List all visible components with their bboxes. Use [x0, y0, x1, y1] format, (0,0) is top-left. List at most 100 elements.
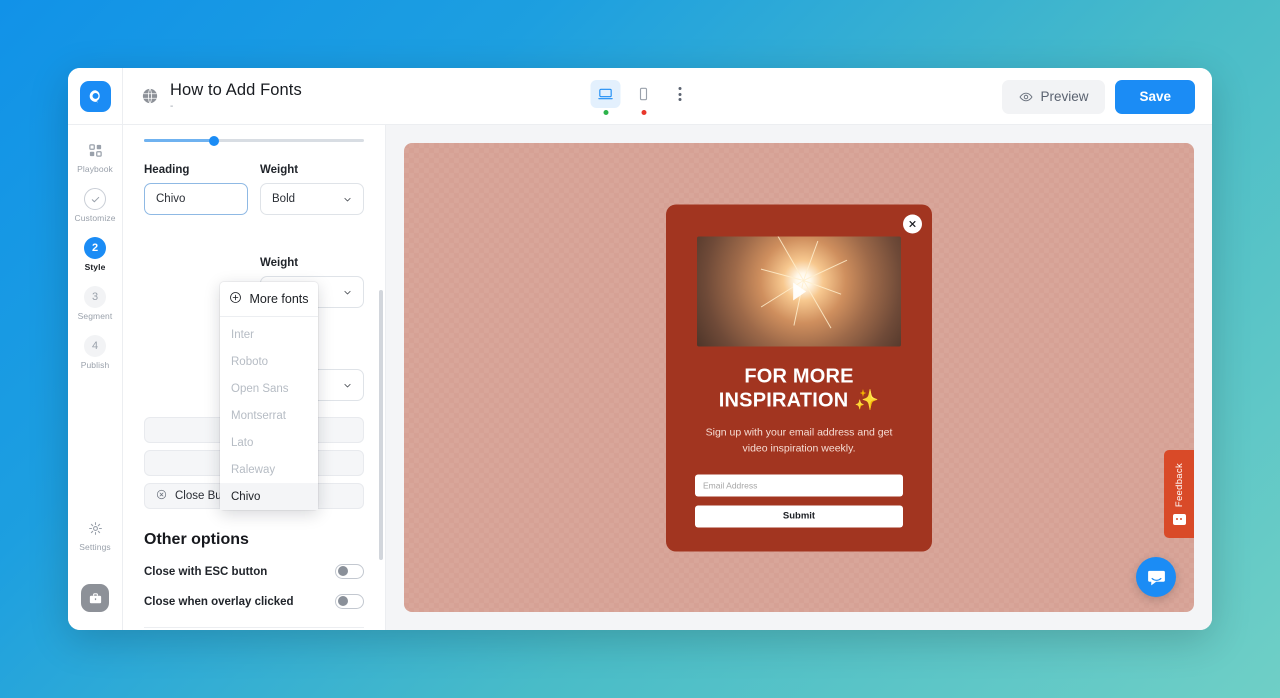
chevron-up-icon [227, 195, 236, 204]
desktop-monitor-icon [598, 88, 613, 100]
close-icon [909, 220, 916, 227]
size-slider-thumb[interactable] [209, 135, 220, 146]
grid-apps-icon [84, 139, 106, 161]
preview-button[interactable]: Preview [1002, 79, 1106, 114]
preview-button-label: Preview [1040, 89, 1089, 104]
body-weight-label: Weight [260, 257, 299, 269]
more-fonts-label: More fonts [249, 292, 309, 306]
sidebar-item-publish[interactable]: 4 Publish [68, 335, 122, 370]
font-option-label: Lato [231, 436, 254, 449]
page-subtitle: - [170, 100, 174, 112]
play-triangle-icon [793, 282, 807, 300]
page-title: How to Add Fonts [170, 80, 302, 99]
sidebar-item-playbook-label: Playbook [77, 164, 113, 174]
sidebar-item-playbook[interactable]: Playbook [68, 139, 122, 174]
font-option-lato[interactable]: Lato [220, 429, 318, 456]
chevron-down-icon [343, 195, 352, 204]
size-slider-track[interactable] [144, 135, 364, 146]
chat-widget-button[interactable] [1136, 557, 1176, 597]
popup-submit-button[interactable]: Submit [695, 505, 903, 527]
option-close-overlay-label: Close when overlay clicked [144, 595, 294, 608]
sidebar-item-style[interactable]: 2 Style [68, 237, 122, 272]
option-close-with-esc-toggle[interactable] [335, 564, 364, 579]
sidebar-item-settings-label: Settings [79, 542, 111, 552]
heading-weight-label: Weight [260, 164, 299, 176]
sidebar-item-segment-label: Segment [77, 311, 113, 321]
font-dropdown: More fonts Inter Roboto Open Sans Montserra… [220, 282, 318, 510]
chat-bubble-logo-glyph [89, 89, 100, 103]
popup-close-button[interactable] [903, 214, 922, 233]
popup-email-placeholder: Email Address [703, 480, 758, 490]
chat-bubble-logo[interactable] [79, 80, 111, 112]
heading-weight-select[interactable]: Bold [260, 183, 364, 215]
device-switcher [590, 80, 690, 115]
popup-media-thumbnail[interactable] [697, 236, 901, 346]
more-vertical-icon[interactable] [671, 81, 690, 107]
option-close-with-esc-label: Close with ESC button [144, 565, 268, 578]
messenger-chat-icon [1147, 570, 1165, 585]
device-mobile-button[interactable] [629, 80, 659, 115]
mobile-status-dot [641, 110, 646, 115]
step-badge-2: 2 [84, 237, 106, 259]
sidebar-item-customize[interactable]: Customize [68, 188, 122, 223]
font-option-roboto[interactable]: Roboto [220, 348, 318, 375]
font-option-label: Montserrat [231, 409, 286, 422]
option-close-overlay: Close when overlay clicked [144, 594, 364, 609]
feedback-label: Feedback [1173, 463, 1185, 508]
option-close-overlay-toggle[interactable] [335, 594, 364, 609]
eye-icon [1019, 92, 1033, 101]
font-option-label: Roboto [231, 355, 269, 368]
heading-label: Heading [144, 164, 190, 176]
font-option-label: Raleway [231, 463, 276, 476]
globe-icon [141, 87, 159, 105]
font-option-label: Inter [231, 328, 255, 341]
popup-heading-line1: FOR MORE [744, 365, 854, 387]
heading-font-value: Chivo [156, 193, 186, 205]
font-option-label: Chivo [231, 490, 261, 503]
check-circle-icon [84, 188, 106, 210]
font-option-open-sans[interactable]: Open Sans [220, 375, 318, 402]
preview-stage: FOR MORE INSPIRATION ✨ Sign up with your… [404, 143, 1194, 612]
chevron-down-icon [343, 288, 352, 297]
preview-canvas: FOR MORE INSPIRATION ✨ Sign up with your… [386, 125, 1212, 630]
close-circle-icon [156, 489, 167, 503]
size-slider-fill [144, 139, 215, 142]
font-option-inter[interactable]: Inter [220, 321, 318, 348]
toggle-knob [337, 566, 348, 577]
sidebar-item-settings[interactable]: Settings [68, 503, 122, 552]
briefcase-icon[interactable] [81, 584, 109, 612]
font-option-list: Inter Roboto Open Sans Montserrat Lato Ralewa… [220, 317, 318, 510]
left-rail: Playbook Customize 2 Style 3 Segment 4 P… [68, 125, 123, 630]
size-slider[interactable] [144, 125, 364, 146]
popup-email-field[interactable]: Email Address [695, 474, 903, 496]
mobile-phone-icon [639, 87, 648, 101]
heading-weight-value: Bold [272, 193, 296, 205]
feedback-tab[interactable]: Feedback [1164, 450, 1194, 538]
popup-heading-line2: INSPIRATION ✨ [718, 389, 880, 411]
sidebar-item-segment[interactable]: 3 Segment [68, 286, 122, 321]
option-close-with-esc: Close with ESC button [144, 564, 364, 579]
chevron-down-icon [343, 381, 352, 390]
font-option-raleway[interactable]: Raleway [220, 456, 318, 483]
panel-divider [144, 627, 364, 628]
save-button[interactable]: Save [1115, 79, 1195, 114]
top-bar-actions: Preview Save [1002, 68, 1195, 125]
more-fonts-button[interactable]: More fonts [220, 282, 318, 317]
font-option-chivo[interactable]: Chivo [220, 483, 318, 510]
popup-preview: FOR MORE INSPIRATION ✨ Sign up with your… [666, 204, 932, 551]
desktop-status-dot [603, 110, 608, 115]
step-badge-3: 3 [84, 286, 106, 308]
font-option-montserrat[interactable]: Montserrat [220, 402, 318, 429]
sidebar-item-style-label: Style [84, 262, 106, 272]
popup-heading: FOR MORE INSPIRATION ✨ [695, 364, 903, 412]
smiley-face-icon [1172, 513, 1186, 525]
app-window: How to Add Fonts - Preview Save Playbook… [68, 68, 1212, 630]
top-bar: How to Add Fonts - Preview Save [68, 68, 1212, 125]
heading-weight-field: Weight Bold [260, 164, 364, 215]
device-desktop-button[interactable] [590, 80, 621, 115]
panel-scrollbar[interactable] [379, 290, 383, 560]
popup-subtext: Sign up with your email address and get … [705, 426, 893, 454]
heading-font-select[interactable]: Chivo [144, 183, 248, 215]
gear-icon [84, 517, 106, 539]
heading-font-field: Heading Chivo [144, 164, 248, 215]
